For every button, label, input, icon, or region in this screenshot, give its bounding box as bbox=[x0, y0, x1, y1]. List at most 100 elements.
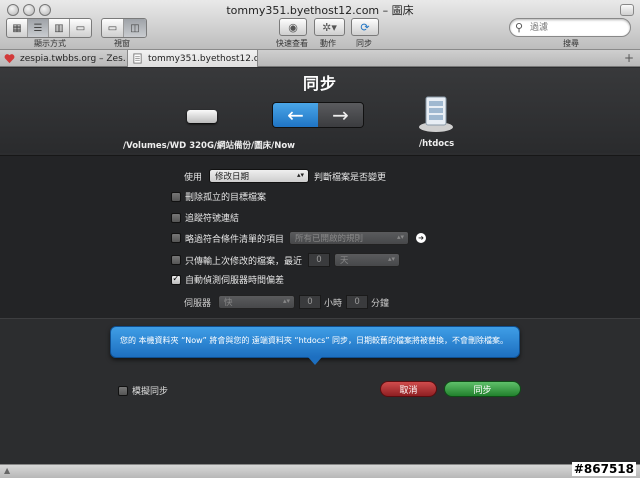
view-mode-label: 顯示方式 bbox=[34, 39, 66, 48]
heart-icon bbox=[4, 54, 15, 64]
refresh-icon: ⟳ bbox=[360, 20, 370, 34]
sync-toolbar-button[interactable]: ⟳ bbox=[351, 18, 379, 36]
search-label: 搜尋 bbox=[563, 39, 579, 48]
tab-tommy351[interactable]: tommy351.byethost12.c… bbox=[127, 50, 258, 67]
simulate-sync-checkbox[interactable] bbox=[118, 385, 128, 396]
list-view-button[interactable]: ☰ bbox=[28, 19, 49, 37]
compare-suffix: 判斷檔案是否變更 bbox=[314, 172, 387, 183]
recent-only-row: 只傳輸上次修改的檔案，最近 0 天 ▴▾ bbox=[171, 253, 401, 267]
search-input[interactable] bbox=[530, 21, 626, 34]
external-drive-icon bbox=[187, 110, 217, 123]
status-bar: ▲ #867518 bbox=[0, 462, 640, 478]
dual-pane-button[interactable]: ◫ bbox=[124, 19, 146, 37]
action-menu-button[interactable]: ✲▾ bbox=[314, 18, 345, 36]
compare-method-value: 修改日期 bbox=[215, 172, 250, 182]
minutes-label: 分鐘 bbox=[371, 298, 390, 309]
search-icon: ⚲ bbox=[515, 21, 524, 34]
delete-orphans-row[interactable]: 刪除孤立的目標檔案 bbox=[171, 190, 266, 203]
sync-direction-toggle[interactable]: ← → bbox=[272, 102, 364, 128]
coverflow-view-button[interactable]: ▭ bbox=[70, 19, 91, 37]
sync-summary-bubble: 您的 本機資料夾 “Now” 將會與您的 遠端資料夾 “htdocs” 同步，日… bbox=[110, 326, 520, 365]
single-pane-button[interactable]: ▭ bbox=[102, 19, 124, 37]
dual-pane-icon: ◫ bbox=[130, 22, 140, 34]
arrow-right-icon: → bbox=[332, 103, 349, 127]
quicklook-label: 快速查看 bbox=[276, 39, 308, 48]
new-tab-plus-icon[interactable]: + bbox=[624, 51, 634, 65]
chevron-updown-icon: ▴▾ bbox=[396, 233, 405, 241]
window-titlebar: tommy351.byethost12.com – 圖床 ▦ ☰ ▥ ▭ 顯示方… bbox=[0, 0, 640, 50]
recent-only-label: 只傳輸上次修改的檔案，最近 bbox=[185, 256, 303, 267]
server-label: 伺服器 bbox=[184, 298, 212, 309]
recent-days-field[interactable]: 0 bbox=[308, 253, 331, 267]
sync-toolbar-label: 同步 bbox=[356, 39, 372, 48]
gear-icon: ✲▾ bbox=[322, 20, 337, 34]
single-pane-icon: ▭ bbox=[107, 22, 118, 34]
skip-rules-label: 略過符合條件清單的項目 bbox=[185, 234, 285, 245]
skip-rules-row: 略過符合條件清單的項目 所有已開啟的規則 ▴▾ ➜ bbox=[171, 231, 427, 245]
direction-right-button[interactable]: → bbox=[318, 103, 363, 127]
image-stamp: #867518 bbox=[571, 462, 636, 476]
coverflow-icon: ▭ bbox=[75, 22, 86, 34]
direction-left-button[interactable]: ← bbox=[273, 103, 318, 127]
follow-symlinks-checkbox[interactable] bbox=[171, 212, 181, 223]
follow-symlinks-row[interactable]: 追蹤符號連結 bbox=[171, 211, 239, 224]
quicklook-button[interactable]: ◉ bbox=[279, 18, 307, 36]
skip-rules-checkbox[interactable] bbox=[171, 233, 181, 243]
bubble-tail bbox=[308, 357, 322, 365]
document-icon bbox=[133, 53, 142, 64]
server-icon bbox=[419, 96, 453, 132]
compare-method-select[interactable]: 修改日期 ▴▾ bbox=[209, 169, 310, 183]
auto-offset-label: 自動偵測伺服器時間偏差 bbox=[185, 276, 285, 286]
tab-label: zespia.twbbs.org – Zes… bbox=[20, 53, 126, 64]
column-view-button[interactable]: ▥ bbox=[49, 19, 70, 37]
recent-unit-select[interactable]: 天 ▴▾ bbox=[334, 253, 401, 267]
cancel-button[interactable]: 取消 bbox=[380, 381, 437, 397]
simulate-sync-row[interactable]: 模擬同步 bbox=[118, 384, 168, 397]
arrow-right-circle-icon[interactable]: ➜ bbox=[416, 233, 427, 243]
fullscreen-button[interactable] bbox=[620, 4, 634, 16]
action-label: 動作 bbox=[320, 39, 336, 48]
view-mode-segmented[interactable]: ▦ ☰ ▥ ▭ bbox=[6, 18, 92, 38]
sync-panel: 同步 ← → /Volumes/WD 320G/網站備份/圖床/Now /htd… bbox=[0, 68, 640, 464]
server-offset-row: 伺服器 快 ▴▾ 0 小時 0 分鐘 bbox=[184, 295, 389, 309]
tab-bar: zespia.twbbs.org – Zes… tommy351.byethos… bbox=[0, 50, 640, 67]
grid-icon: ▦ bbox=[12, 22, 22, 34]
sync-header: 同步 ← → /Volumes/WD 320G/網站備份/圖床/Now /htd… bbox=[0, 68, 640, 153]
delete-orphans-label: 刪除孤立的目標檔案 bbox=[185, 193, 267, 203]
offset-minutes-field[interactable]: 0 bbox=[346, 295, 369, 309]
compare-row: 使用 修改日期 ▴▾ 判斷檔案是否變更 bbox=[184, 169, 386, 183]
auto-offset-row[interactable]: ✓ 自動偵測伺服器時間偏差 bbox=[171, 273, 284, 286]
hours-label: 小時 bbox=[324, 298, 343, 309]
sync-button[interactable]: 同步 bbox=[444, 381, 521, 397]
list-icon: ☰ bbox=[33, 22, 43, 34]
columns-icon: ▥ bbox=[54, 22, 64, 34]
triangle-up-icon[interactable]: ▲ bbox=[4, 466, 10, 475]
compare-prefix: 使用 bbox=[184, 172, 203, 183]
auto-offset-checkbox[interactable]: ✓ bbox=[171, 274, 181, 285]
recent-unit-value: 天 bbox=[340, 256, 349, 266]
icon-view-button[interactable]: ▦ bbox=[7, 19, 28, 37]
follow-symlinks-label: 追蹤符號連結 bbox=[185, 214, 240, 224]
chevron-updown-icon: ▴▾ bbox=[387, 255, 396, 263]
local-path: /Volumes/WD 320G/網站備份/圖床/Now bbox=[123, 141, 296, 151]
simulate-sync-label: 模擬同步 bbox=[132, 387, 169, 397]
server-speed-select[interactable]: 快 ▴▾ bbox=[218, 295, 296, 309]
window-title: tommy351.byethost12.com – 圖床 bbox=[226, 4, 414, 17]
arrow-left-icon: ← bbox=[287, 103, 304, 127]
skip-rules-select[interactable]: 所有已開啟的規則 ▴▾ bbox=[289, 231, 410, 245]
chevron-updown-icon: ▴▾ bbox=[296, 171, 305, 179]
sync-summary-text: 您的 本機資料夾 “Now” 將會與您的 遠端資料夾 “htdocs” 同步，日… bbox=[120, 336, 508, 345]
search-field[interactable]: ⚲ bbox=[509, 18, 631, 37]
view-label: 視窗 bbox=[114, 39, 130, 48]
sync-options: 使用 修改日期 ▴▾ 判斷檔案是否變更 刪除孤立的目標檔案 追蹤符號連結 略過符… bbox=[0, 155, 640, 319]
offset-hours-field[interactable]: 0 bbox=[299, 295, 322, 309]
skip-rules-value: 所有已開啟的規則 bbox=[295, 234, 364, 244]
tab-zespia[interactable]: zespia.twbbs.org – Zes… bbox=[0, 50, 126, 67]
chevron-updown-icon: ▴▾ bbox=[282, 297, 291, 305]
window-view-segmented[interactable]: ▭ ◫ bbox=[101, 18, 147, 38]
tab-label: tommy351.byethost12.c… bbox=[148, 53, 258, 64]
page-title: 同步 bbox=[302, 74, 337, 93]
recent-only-checkbox[interactable] bbox=[171, 255, 181, 265]
delete-orphans-checkbox[interactable] bbox=[171, 191, 181, 202]
remote-path: /htdocs bbox=[419, 139, 455, 149]
